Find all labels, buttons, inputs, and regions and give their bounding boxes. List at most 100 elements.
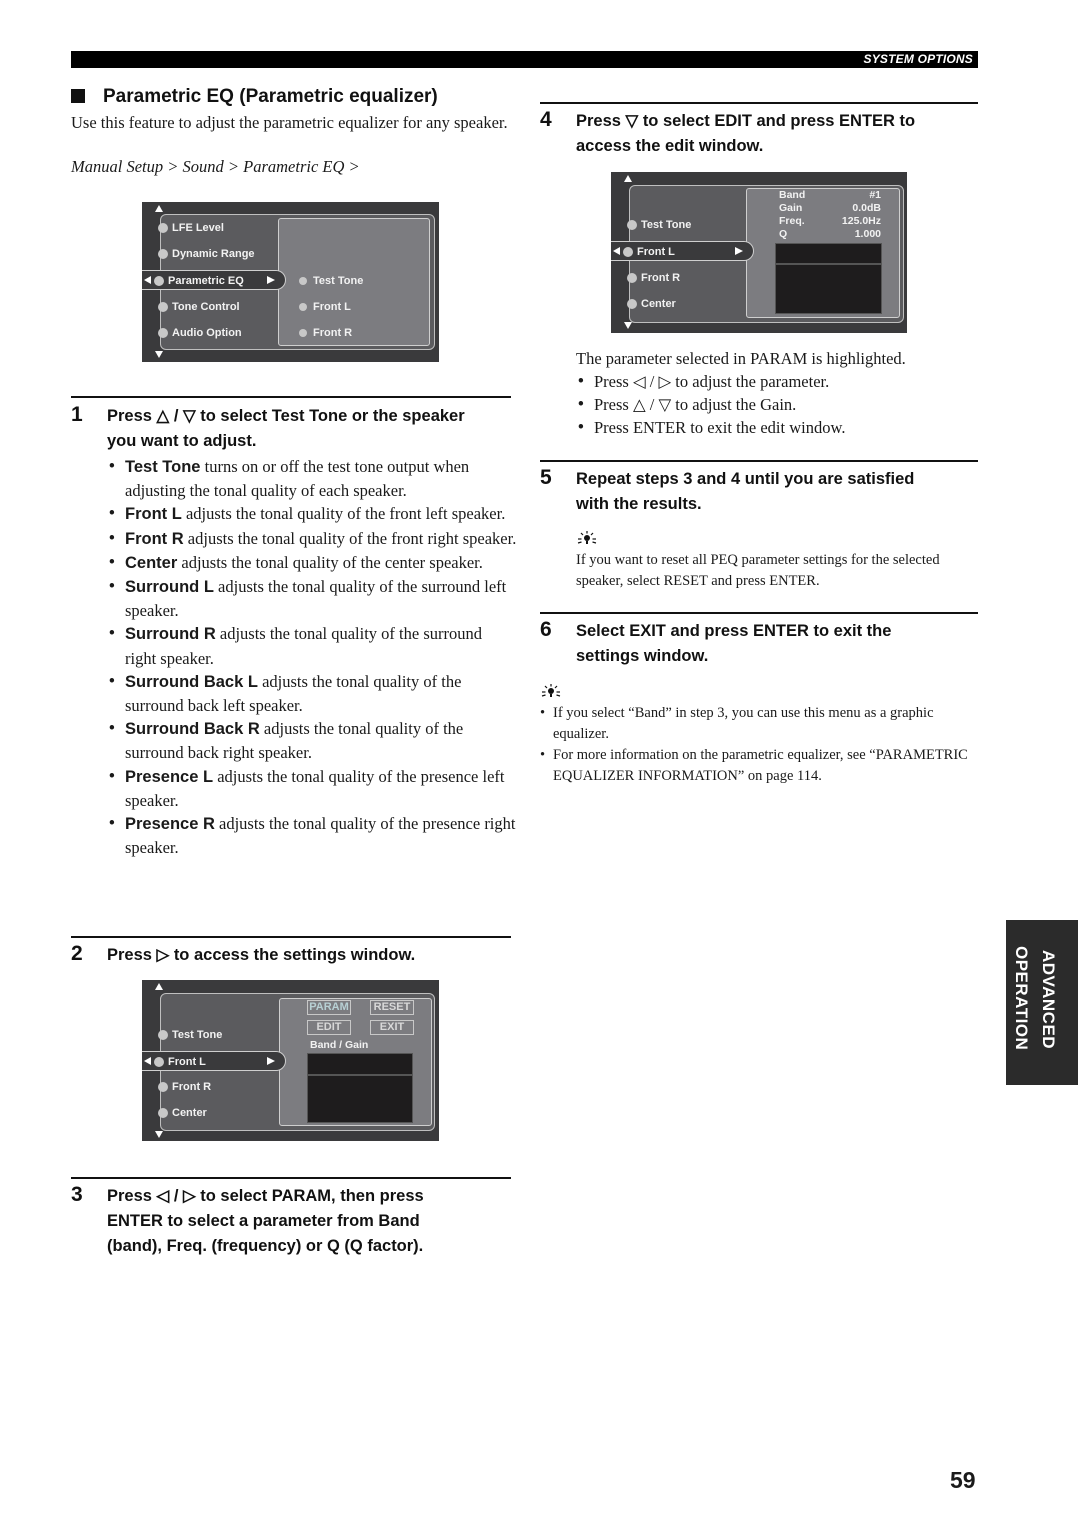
dot-icon — [158, 1082, 168, 1092]
step-1-rule — [71, 396, 511, 398]
step-4-rule — [540, 102, 978, 104]
menu-item-dynamic-range[interactable]: Dynamic Range — [146, 244, 255, 264]
dot-icon — [158, 328, 168, 338]
graph-box-top — [307, 1053, 413, 1075]
list-item: Presence L adjusts the tonal quality of … — [107, 765, 517, 812]
speaker-item-front-r[interactable]: Front R — [146, 1077, 211, 1097]
param-row-freq: Freq. 125.0Hz — [779, 215, 881, 227]
step-number: 6 — [540, 618, 552, 641]
section-label: SYSTEM OPTIONS — [863, 52, 973, 66]
dot-icon — [627, 299, 637, 309]
submenu-item-front-l[interactable]: Front L — [299, 298, 351, 316]
step-number: 2 — [71, 942, 83, 965]
step-number: 3 — [71, 1183, 83, 1206]
tip-lightbulb-icon — [577, 531, 597, 544]
step-2-rule — [71, 936, 511, 938]
speaker-item-front-l[interactable]: Front L — [142, 1051, 286, 1071]
step-text: Press △ / ▽ to select Test Tone or the s… — [107, 407, 465, 450]
dot-icon — [627, 220, 637, 230]
step-6-tips: If you select “Band” in step 3, you can … — [540, 703, 990, 787]
speaker-item-test-tone[interactable]: Test Tone — [146, 1025, 222, 1045]
menu-item-audio-option[interactable]: Audio Option — [146, 323, 242, 343]
dot-icon — [623, 247, 633, 257]
dot-icon — [158, 249, 168, 259]
dot-icon — [158, 1030, 168, 1040]
menu-item-parametric-eq[interactable]: Parametric EQ — [142, 270, 286, 290]
arrow-up-icon — [155, 205, 163, 212]
dot-icon — [299, 277, 307, 285]
step-6-rule — [540, 612, 978, 614]
page-number: 59 — [950, 1467, 976, 1493]
dot-icon — [627, 273, 637, 283]
arrow-down-icon — [155, 351, 163, 358]
step-number: 5 — [540, 466, 552, 489]
osd-menu-screen: LFE Level Dynamic Range Parametric EQ To… — [142, 202, 439, 362]
step-text: Press ◁ / ▷ to select PARAM, then press E… — [107, 1187, 424, 1255]
list-item: Front L adjusts the tonal quality of the… — [107, 502, 517, 526]
osd-edit-screen: Band #1 Gain 0.0dB Freq. 125.0Hz Q 1.000 Tes… — [611, 172, 907, 333]
left-arrow-icon — [613, 247, 620, 255]
list-item: Surround Back L adjusts the tonal qualit… — [107, 670, 517, 717]
step-5-rule — [540, 460, 978, 462]
menu-item-tone-control[interactable]: Tone Control — [146, 297, 240, 317]
dot-icon — [299, 329, 307, 337]
speaker-item-center[interactable]: Center — [615, 294, 676, 314]
speaker-item-test-tone[interactable]: Test Tone — [615, 215, 691, 235]
list-item: Presence R adjusts the tonal quality of … — [107, 812, 517, 859]
list-item: Center adjusts the tonal quality of the … — [107, 551, 517, 575]
graph-box-bottom — [307, 1075, 413, 1123]
header-bar: SYSTEM OPTIONS — [71, 51, 978, 68]
mode-label: Band / Gain — [310, 1039, 369, 1051]
list-item: Test Tone turns on or off the test tone … — [107, 455, 517, 502]
edit-button[interactable]: EDIT — [307, 1020, 351, 1035]
intro-text: Use this feature to adjust the parametri… — [71, 113, 508, 132]
exit-button[interactable]: EXIT — [370, 1020, 414, 1035]
dot-icon — [158, 1108, 168, 1118]
arrow-up-icon — [624, 175, 632, 182]
square-bullet-icon — [71, 89, 85, 103]
section-title-text: Parametric EQ (Parametric equalizer) — [103, 86, 438, 107]
arrow-down-icon — [155, 1131, 163, 1138]
right-arrow-icon — [735, 247, 743, 255]
left-arrow-icon — [144, 276, 151, 284]
left-arrow-icon — [144, 1057, 151, 1065]
arrow-up-icon — [155, 983, 163, 990]
chapter-tab-line1: ADVANCED — [1039, 950, 1058, 1050]
speaker-item-center[interactable]: Center — [146, 1103, 207, 1123]
right-arrow-icon — [267, 1057, 275, 1065]
speaker-item-front-l[interactable]: Front L — [611, 241, 754, 261]
menu-item-lfe-level[interactable]: LFE Level — [146, 218, 224, 238]
step-text: Press ▷ to access the settings window. — [107, 946, 416, 964]
section-title: Parametric EQ (Parametric equalizer) — [71, 86, 438, 108]
list-item: Press ENTER to exit the edit window. — [576, 416, 986, 439]
submenu-item-test-tone[interactable]: Test Tone — [299, 272, 363, 290]
step-3-rule — [71, 1177, 511, 1179]
step-number: 1 — [71, 403, 83, 426]
step-5-tip: If you want to reset all PEQ parameter s… — [576, 552, 940, 589]
list-item: Surround Back R adjusts the tonal qualit… — [107, 717, 517, 764]
list-item: If you select “Band” in step 3, you can … — [540, 703, 990, 745]
step-text: Press ▽ to select EDIT and press ENTER t… — [576, 112, 916, 155]
step-4-note: The parameter selected in PARAM is highl… — [576, 349, 906, 368]
param-button[interactable]: PARAM — [307, 1000, 351, 1015]
list-item: Press ◁ / ▷ to adjust the parameter. — [576, 370, 986, 393]
step-text: Select EXIT and press ENTER to exit the s… — [576, 622, 892, 665]
step-text: Repeat steps 3 and 4 until you are satis… — [576, 470, 915, 513]
speaker-item-front-r[interactable]: Front R — [615, 268, 680, 288]
list-item: Front R adjusts the tonal quality of the… — [107, 527, 517, 551]
chapter-tab[interactable]: ADVANCED OPERATION — [1006, 920, 1078, 1085]
osd-settings-screen: PARAM RESET EDIT EXIT Band / Gain Test T… — [142, 980, 439, 1141]
dot-icon — [154, 1057, 164, 1067]
speaker-list: Test Tone turns on or off the test tone … — [107, 455, 517, 859]
graph-box-top — [775, 243, 882, 264]
breadcrumb: Manual Setup > Sound > Parametric EQ > — [71, 157, 360, 176]
step-number: 4 — [540, 108, 552, 131]
submenu-item-front-r[interactable]: Front R — [299, 324, 352, 342]
list-item: Surround L adjusts the tonal quality of … — [107, 575, 517, 622]
list-item: Press △ / ▽ to adjust the Gain. — [576, 393, 986, 416]
chapter-tab-line2: OPERATION — [1012, 946, 1031, 1051]
list-item: For more information on the parametric e… — [540, 745, 990, 787]
param-row-band: Band #1 — [779, 189, 881, 201]
reset-button[interactable]: RESET — [370, 1000, 414, 1015]
dot-icon — [158, 223, 168, 233]
